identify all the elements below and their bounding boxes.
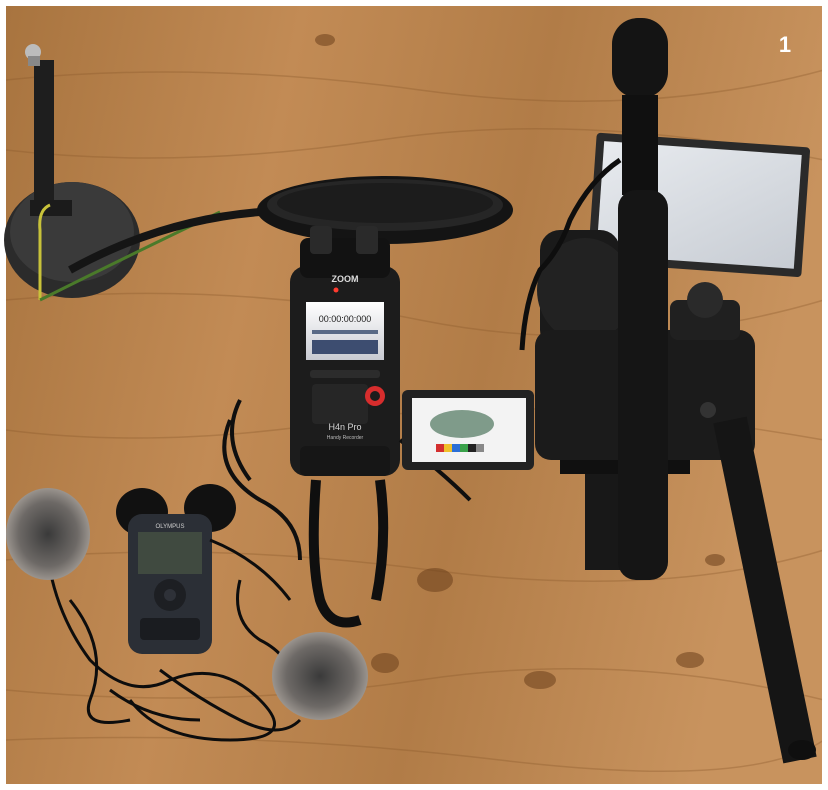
- recorder-subtitle: Handy Recorder: [327, 435, 364, 441]
- recorder-model: H4n Pro: [328, 422, 361, 432]
- recorder-time: 00:00:00:000: [319, 314, 372, 324]
- windscreen-right: [272, 632, 368, 720]
- figure-number: 1: [778, 32, 792, 57]
- photo: ZOOM 00:00:00:000 H4n Pro Handy Recorder: [0, 0, 828, 790]
- zoom-recorder: ZOOM 00:00:00:000 H4n Pro Handy Recorder: [290, 226, 400, 476]
- camera-screen: [402, 390, 534, 470]
- windscreen-left: [6, 488, 90, 580]
- small-recorder-brand: OLYMPUS: [156, 524, 185, 530]
- recorder-brand: ZOOM: [332, 274, 359, 284]
